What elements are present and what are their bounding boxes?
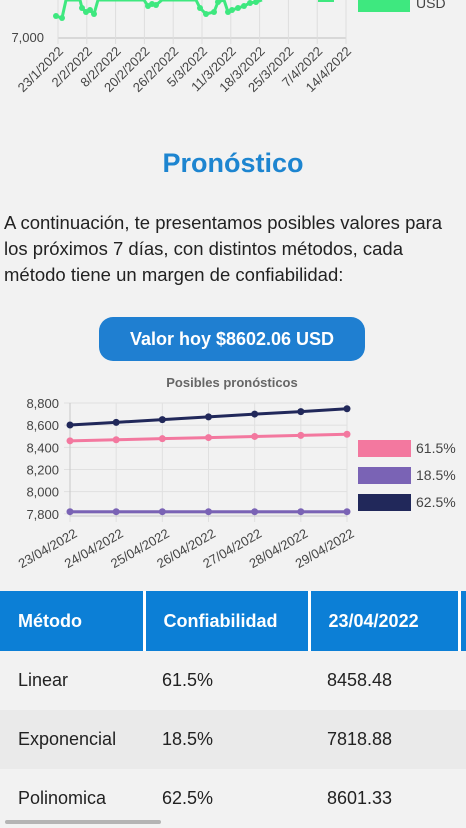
legend-label: 61.5% <box>416 440 456 456</box>
legend-swatch <box>358 440 411 457</box>
legend-label: 62.5% <box>416 494 456 510</box>
forecast-table-container: Método Confiabilidad 23/04/2022 Linear 6… <box>0 591 466 828</box>
table-row: Exponencial 18.5% 7818.88 <box>0 710 466 769</box>
data-point <box>112 508 120 516</box>
legend-swatch <box>358 467 411 484</box>
data-point <box>343 508 351 516</box>
y-tick-label: 8,400 <box>26 440 59 455</box>
forecast-chart: Posibles pronósticos 7,800 8,000 8,200 8,40… <box>16 375 456 571</box>
legend-swatch <box>358 494 411 511</box>
data-point <box>66 421 74 429</box>
data-point <box>66 437 74 445</box>
data-point <box>153 2 159 8</box>
data-point <box>112 418 120 426</box>
data-point <box>211 9 217 15</box>
column-header-overflow <box>459 591 466 651</box>
horizontal-scrollbar[interactable] <box>5 820 161 824</box>
cell-value: 7818.88 <box>309 710 459 769</box>
data-point <box>203 11 209 17</box>
y-tick-label: 8,000 <box>26 485 59 500</box>
column-header-date: 23/04/2022 <box>309 591 461 651</box>
data-point <box>297 408 305 416</box>
forecast-table: Método Confiabilidad 23/04/2022 Linear 6… <box>0 591 466 828</box>
data-point <box>205 508 212 516</box>
y-tick-label: 7,800 <box>26 507 59 522</box>
cell-method: Linear <box>0 651 144 710</box>
data-point <box>66 508 74 516</box>
data-point <box>251 432 259 440</box>
intro-text: A continuación, te presentamos posibles … <box>4 212 443 285</box>
cell-value: 8601.33 <box>309 769 459 828</box>
y-tick-label: 8,200 <box>26 462 59 477</box>
column-header-method: Método <box>0 591 146 651</box>
table-row: Linear 61.5% 8458.48 <box>0 651 466 710</box>
legend-swatch-usd <box>358 0 410 12</box>
cell-reliability: 61.5% <box>144 651 309 710</box>
cell-reliability: 18.5% <box>144 710 309 769</box>
data-point <box>197 5 203 11</box>
data-point <box>158 508 166 516</box>
cell-value: 8458.48 <box>309 651 459 710</box>
legend-label: 18.5% <box>416 467 456 483</box>
data-point <box>91 11 97 17</box>
data-point <box>59 15 65 21</box>
data-point <box>297 508 305 516</box>
data-point <box>158 435 166 443</box>
data-point <box>343 430 351 438</box>
legend-label-usd: USD <box>416 0 446 11</box>
y-tick-label: 8,600 <box>26 418 59 433</box>
cell-method: Exponencial <box>0 710 144 769</box>
section-title: Pronóstico <box>162 148 304 178</box>
column-header-reliability: Confiabilidad <box>144 591 311 651</box>
data-point <box>158 416 166 424</box>
y-tick-label: 7,000 <box>11 30 44 45</box>
y-tick-label: 8,800 <box>26 396 59 411</box>
data-point <box>251 508 259 516</box>
data-point <box>235 5 241 11</box>
data-point <box>205 413 212 421</box>
data-point <box>53 13 59 19</box>
data-point <box>247 0 253 6</box>
data-point <box>112 436 120 444</box>
data-point <box>253 0 259 5</box>
data-point <box>205 434 212 442</box>
table-header-row: Método Confiabilidad 23/04/2022 <box>0 591 466 651</box>
data-point <box>229 7 235 13</box>
data-point <box>241 3 247 9</box>
chart-title: Posibles pronósticos <box>166 375 297 390</box>
data-point <box>251 410 259 418</box>
data-point <box>297 431 305 439</box>
cell-reliability: 62.5% <box>144 769 309 828</box>
current-value-button[interactable]: Valor hoy $8602.06 USD <box>99 317 365 361</box>
data-point <box>343 405 351 413</box>
price-history-chart: 7,000 23/1/20222/2/20228/2/202220/2/2022… <box>11 0 446 95</box>
